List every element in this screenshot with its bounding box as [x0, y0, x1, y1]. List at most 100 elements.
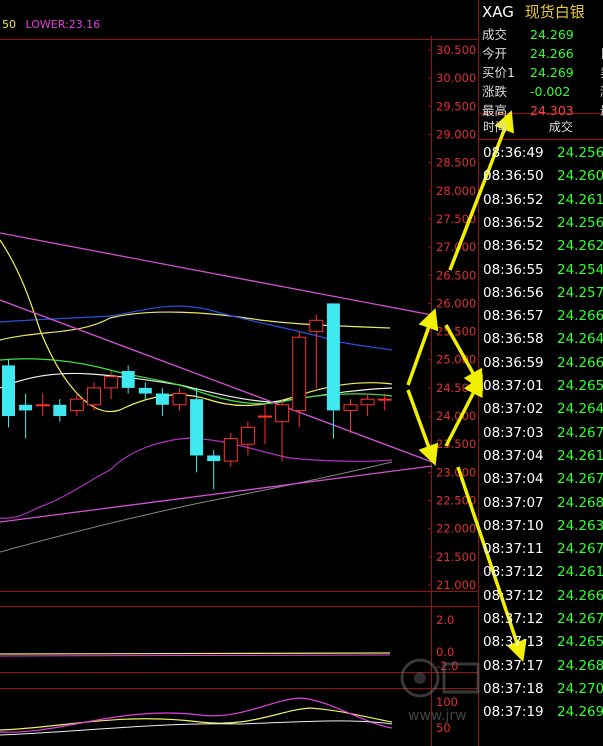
price-axis-labels: 30.50030.00029.50029.00028.50028.00027.5… [436, 43, 476, 735]
tick-row[interactable]: 08:37:18 24.270 [483, 681, 603, 697]
ticks-header: 时间 成交 [483, 118, 573, 135]
macd-tick-label: 2.0 [436, 613, 454, 627]
price-tick-label: 26.500 [436, 268, 476, 282]
tick-row[interactable]: 08:36:57 24.266 [483, 308, 603, 324]
quote-label: 最高 [482, 103, 508, 118]
candle [326, 303, 340, 439]
tick-row[interactable]: 08:37:19 24.269 [483, 704, 603, 720]
tick-time: 08:37:10 [483, 517, 544, 534]
tick-row[interactable]: 08:36:56 24.257 [483, 285, 603, 301]
tick-time: 08:36:52 [483, 238, 544, 255]
tick-row[interactable]: 08:37:03 24.267 [483, 425, 603, 441]
tick-time: 08:37:02 [483, 401, 544, 418]
tick-price: 24.254 [557, 261, 603, 278]
tick-price: 24.267 [557, 541, 603, 558]
tick-row[interactable]: 08:36:50 24.260 [483, 168, 603, 184]
tick-price: 24.264 [557, 401, 603, 418]
tick-time: 08:37:19 [483, 704, 544, 721]
candle [275, 399, 290, 462]
tick-price: 24.256 [557, 214, 603, 231]
tick-row[interactable]: 08:36:52 24.262 [483, 238, 603, 254]
price-tick-label: 28.000 [436, 184, 476, 198]
tick-row[interactable]: 08:37:17 24.268 [483, 658, 603, 674]
tick-time: 08:37:18 [483, 680, 544, 697]
tick-row[interactable]: 08:37:12 24.261 [483, 564, 603, 580]
tick-row[interactable]: 08:36:58 24.264 [483, 331, 603, 347]
legend-lower: LOWER:23.16 [25, 18, 101, 31]
svg-text:www.jrw: www.jrw [408, 708, 467, 724]
tick-row[interactable]: 08:36:49 24.256 [483, 145, 603, 161]
tick-row[interactable]: 08:37:12 24.267 [483, 611, 603, 627]
symbol-name: 现货白银 [524, 3, 585, 21]
tick-row[interactable]: 08:37:04 24.261 [483, 448, 603, 464]
tick-price: 24.264 [557, 331, 603, 348]
symbol-code: XAG [482, 3, 514, 21]
tick-price: 24.260 [557, 168, 603, 185]
tick-row[interactable]: 08:36:59 24.266 [483, 355, 603, 371]
quote-label: 今开 [482, 46, 508, 61]
price-tick-label: 24.000 [436, 409, 476, 423]
tick-time: 08:36:57 [483, 308, 544, 325]
tick-price: 24.266 [557, 587, 603, 604]
candle [223, 432, 238, 467]
candle [360, 393, 375, 417]
tick-row[interactable]: 08:36:52 24.261 [483, 192, 603, 208]
quote-value: 24.266 [530, 46, 574, 61]
tick-row[interactable]: 08:37:04 24.267 [483, 471, 603, 487]
candle [190, 387, 204, 473]
price-tick-label: 21.000 [436, 578, 476, 592]
tick-price: 24.256 [557, 145, 603, 161]
tick-price: 24.267 [557, 424, 603, 441]
middle-trend-line [0, 299, 433, 463]
tick-time: 08:36:58 [483, 331, 544, 348]
tick-price: 24.261 [557, 447, 603, 464]
quote-value: 24.269 [530, 27, 574, 42]
candle [207, 449, 221, 490]
price-tick-label: 24.500 [436, 381, 476, 395]
tick-time: 08:37:12 [483, 587, 544, 604]
tick-price: 24.265 [557, 378, 603, 394]
indicator-legend: 50 LOWER:23.16 [2, 18, 100, 31]
tick-price: 24.269 [557, 704, 603, 721]
candle [155, 387, 169, 417]
tick-time: 08:37:07 [483, 494, 544, 511]
kdj-panel [0, 697, 393, 736]
tick-time: 08:37:12 [483, 611, 544, 627]
price-tick-label: 29.500 [436, 99, 476, 113]
quote-row: 最高24.303最 [482, 100, 603, 118]
tick-row[interactable]: 08:37:10 24.263 [483, 518, 603, 534]
tick-price: 24.270 [557, 680, 603, 697]
quote-row: 成交 24.269 [482, 24, 590, 42]
quote-label: 成交 [482, 27, 508, 42]
tick-row[interactable]: 08:37:11 24.267 [483, 541, 603, 557]
candle [138, 382, 152, 400]
arrow-up-to-trend [406, 308, 439, 386]
quote-value: 24.303 [530, 103, 574, 118]
tick-time: 08:37:12 [483, 564, 544, 581]
tick-time: 08:36:52 [483, 191, 544, 208]
tick-time: 08:37:17 [483, 657, 544, 674]
quote-row: 今开24.266日 [482, 43, 603, 61]
tick-time: 08:37:13 [483, 634, 544, 651]
tick-row[interactable]: 08:36:55 24.254 [483, 262, 603, 278]
tick-row[interactable]: 08:37:02 24.264 [483, 401, 603, 417]
tick-row[interactable]: 08:37:01 24.265 [483, 378, 603, 394]
gray-ma-line [0, 461, 393, 553]
tick-row[interactable]: 08:37:07 24.268 [483, 495, 603, 511]
tick-time: 08:37:03 [483, 424, 544, 441]
tick-row[interactable]: 08:36:52 24.256 [483, 215, 603, 231]
tick-time: 08:36:49 [483, 145, 544, 161]
tick-row[interactable]: 08:37:12 24.266 [483, 588, 603, 604]
ticks-header-deal: 成交 [548, 120, 573, 134]
quote-value: 24.269 [530, 65, 574, 80]
tick-price: 24.267 [557, 611, 603, 627]
tick-price: 24.266 [557, 308, 603, 325]
price-tick-label: 25.500 [436, 325, 476, 339]
tick-row[interactable]: 08:37:13 24.265 [483, 634, 603, 650]
price-tick-label: 30.000 [436, 71, 476, 85]
candle [35, 393, 50, 417]
price-tick-label: 21.500 [436, 550, 476, 564]
tick-time: 08:37:04 [483, 471, 544, 488]
ticks-header-time: 时间 [483, 120, 508, 134]
tick-time: 08:37:11 [483, 541, 544, 558]
